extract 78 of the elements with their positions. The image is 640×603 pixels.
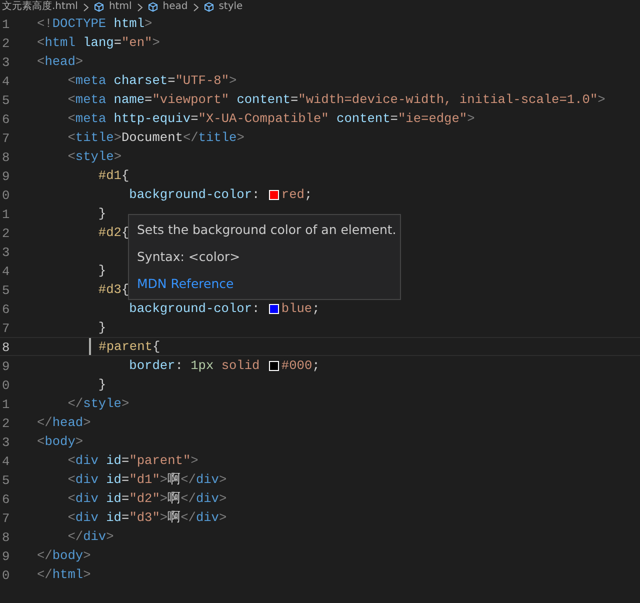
line-number: 0 [1,567,10,583]
line-number: 7 [1,130,10,146]
breadcrumb-item[interactable]: html [108,0,132,14]
code-text: <div id="d1">啊</div> [66,471,227,489]
line-number: 2 [1,415,10,431]
cube-icon [148,2,158,12]
code-text: </style> [66,395,130,413]
code-text: #parent{ [98,338,160,356]
code-text: } [97,376,106,394]
line-number: 3 [1,244,10,260]
code-text: #d3{ [97,281,130,299]
code-text: <head> [37,53,84,71]
code-text: </div> [66,528,114,546]
line-number: 6 [1,301,10,317]
mdn-reference-link[interactable]: MDN Reference [137,276,234,290]
code-text: } [97,319,106,337]
line-number: 7 [1,510,10,526]
color-swatch[interactable] [269,190,280,200]
breadcrumb-item[interactable]: head [162,0,188,14]
code-text: <meta http-equiv="X-UA-Compatible" content="ie=edge"> [66,110,475,128]
code-text: } [97,205,106,223]
line-number: 6 [1,111,10,127]
code-text: <meta charset="UTF-8"> [66,72,237,90]
line-number: 2 [1,35,10,51]
line-number: 1 [1,16,10,32]
code-text: <body> [37,433,84,451]
line-number: 4 [1,73,10,89]
code-text: background-color: [128,186,261,204]
code-text: <div id="parent"> [66,452,198,470]
tooltip-syntax: Syntax: <color> [137,248,242,266]
line-number: 4 [1,263,10,279]
code-text: red; [281,186,312,204]
line-number: 0 [1,377,10,393]
line-number: 0 [1,187,10,203]
code-text: <title>Document</title> [66,129,244,147]
code-text: <div id="d3">啊</div> [66,509,227,527]
text-cursor [89,338,91,355]
line-number: 1 [1,396,10,412]
code-text: <div id="d2">啊</div> [66,490,227,508]
code-text: blue; [281,300,320,318]
code-text: <style> [66,148,122,166]
code-text: } [97,262,106,280]
line-number: 8 [1,339,10,355]
line-number: 8 [1,529,10,545]
breadcrumb-item[interactable]: style [218,0,243,14]
code-text: #d1{ [97,167,130,185]
line-number: 9 [1,168,10,184]
code-text: #d2{ [97,224,130,242]
code-text: </body> [37,547,91,565]
line-number: 9 [1,548,10,564]
line-number: 5 [1,472,10,488]
line-number: 8 [1,149,10,165]
color-swatch[interactable] [269,360,280,370]
line-number: 1 [1,206,10,222]
line-number: 5 [1,282,10,298]
chevron-icon [82,2,89,12]
line-number: 4 [1,453,10,469]
code-text: </head> [37,414,91,432]
line-number: 6 [1,491,10,507]
line-number: 5 [1,92,10,108]
line-number: 3 [1,434,10,450]
code-text: background-color: [128,300,261,318]
code-text: <meta name="viewport" content="width=device-width, initial-scale=1.0"> [66,91,606,109]
code-text: <!DOCTYPE html> [37,15,152,33]
code-text: </html> [37,566,91,584]
chevron-icon [192,2,199,12]
cube-icon [94,2,104,12]
cube-icon [204,2,214,12]
code-text: #000; [281,357,320,375]
breadcrumb-item[interactable]: 文元素高度.html [2,0,78,14]
code-text: <html lang="en"> [37,34,160,52]
chevron-icon [136,2,143,12]
line-number: 3 [1,54,10,70]
code-text: border: 1px solid [128,357,261,375]
line-number: 9 [1,358,10,374]
line-number: 2 [1,225,10,241]
color-swatch[interactable] [269,304,280,314]
line-number: 7 [1,320,10,336]
